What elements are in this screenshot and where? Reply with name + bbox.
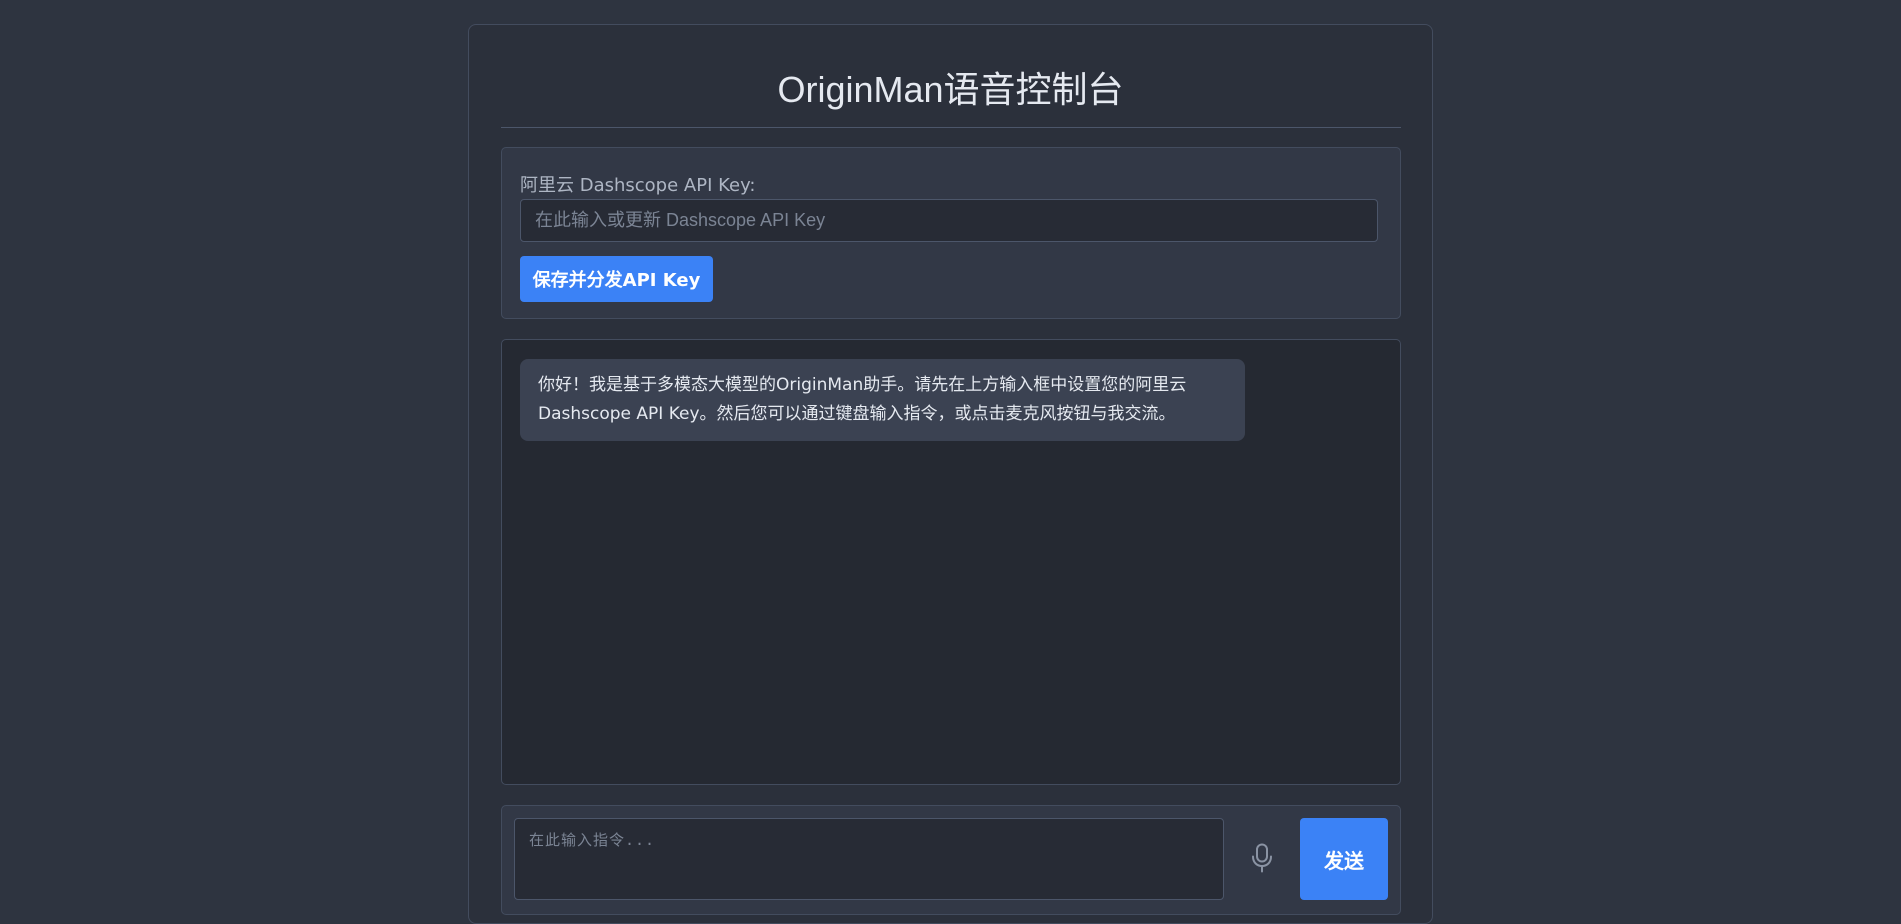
command-input[interactable] (514, 818, 1224, 900)
assistant-message: 你好！我是基于多模态大模型的OriginMan助手。请先在上方输入框中设置您的阿… (520, 359, 1245, 441)
apikey-input[interactable] (520, 199, 1378, 242)
save-apikey-button[interactable]: 保存并分发API Key (520, 256, 713, 302)
composer-panel: 发送 (501, 805, 1401, 915)
chat-history[interactable]: 你好！我是基于多模态大模型的OriginMan助手。请先在上方输入框中设置您的阿… (501, 339, 1401, 785)
microphone-button[interactable] (1242, 836, 1282, 882)
apikey-panel: 阿里云 Dashscope API Key: 保存并分发API Key (501, 147, 1401, 319)
console-container: OriginMan语音控制台 阿里云 Dashscope API Key: 保存… (468, 24, 1433, 924)
microphone-icon (1251, 843, 1273, 876)
send-button[interactable]: 发送 (1300, 818, 1388, 900)
page-title: OriginMan语音控制台 (777, 69, 1124, 110)
apikey-label: 阿里云 Dashscope API Key: (520, 175, 756, 196)
title-divider (501, 127, 1401, 128)
